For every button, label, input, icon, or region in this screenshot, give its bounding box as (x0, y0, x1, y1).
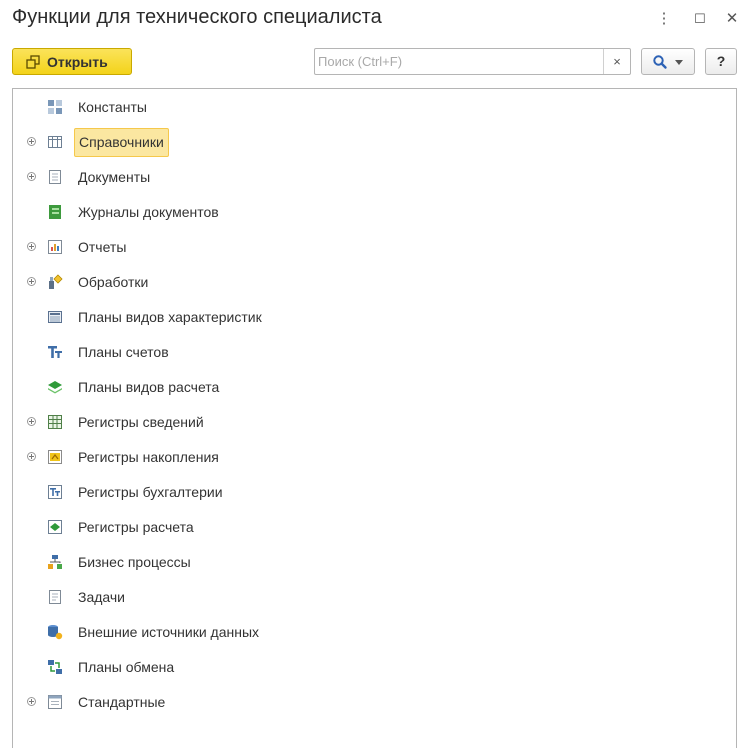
exchange-plans-icon (48, 660, 62, 674)
documents-icon (49, 170, 61, 184)
chart-of-characteristic-types-icon (48, 311, 62, 323)
chevron-down-icon (675, 60, 683, 65)
tree-item-label: Планы обмена (78, 659, 175, 675)
title-bar: Функции для технического специалиста ⋮ ☐… (0, 0, 748, 40)
close-icon[interactable]: ✕ (722, 8, 742, 30)
expand-icon[interactable] (27, 242, 36, 251)
tree-item-label: Константы (78, 99, 147, 115)
expand-icon[interactable] (27, 277, 36, 286)
tree-item-chart-of-accounts[interactable]: Планы счетов (13, 339, 713, 367)
tree-item-label: Бизнес процессы (78, 554, 191, 570)
tree-item-standard[interactable]: Стандартные (13, 689, 713, 717)
tree-item-calculation-registers[interactable]: Регистры расчета (13, 514, 713, 542)
tasks-icon (49, 590, 61, 604)
tree-item-constants[interactable]: Константы (13, 94, 713, 122)
tree-item-reports[interactable]: Отчеты (13, 234, 713, 262)
maximize-icon[interactable]: ☐ (690, 8, 710, 30)
tree-item-label: Регистры сведений (78, 414, 204, 430)
tree-item-catalogs[interactable]: Справочники (13, 128, 713, 157)
tree-item-chart-of-calculation-types[interactable]: Планы видов расчета (13, 374, 713, 402)
tree-item-accounting-registers[interactable]: Регистры бухгалтерии (13, 479, 713, 507)
tree-item-information-registers[interactable]: Регистры сведений (13, 409, 713, 437)
expand-icon[interactable] (27, 137, 36, 146)
tree-item-accumulation-registers[interactable]: Регистры накопления (13, 444, 713, 472)
tree-item-label: Регистры бухгалтерии (78, 484, 223, 500)
expand-icon[interactable] (27, 452, 36, 461)
tree-item-label: Планы видов расчета (78, 379, 220, 395)
window-title: Функции для технического специалиста (12, 6, 382, 28)
open-button-label: Открыть (47, 54, 108, 70)
expand-icon[interactable] (27, 417, 36, 426)
data-processors-icon (49, 274, 63, 289)
tree-item-label: Регистры накопления (78, 449, 219, 465)
search-icon (653, 55, 667, 69)
tree-item-label: Справочники (74, 128, 169, 157)
open-icon (26, 55, 40, 69)
more-menu-icon[interactable]: ⋮ (654, 8, 674, 30)
tree-item-label: Обработки (78, 274, 149, 290)
business-processes-icon (48, 555, 62, 569)
tree-item-document-journals[interactable]: Журналы документов (13, 199, 713, 227)
tree-item-label: Документы (78, 169, 151, 185)
tree-item-chart-of-characteristic-types[interactable]: Планы видов характеристик (13, 304, 713, 332)
document-journals-icon (49, 205, 61, 219)
external-data-sources-icon (48, 625, 63, 640)
metadata-tree: Константы Справочники Документы Журналы … (12, 88, 737, 748)
catalogs-icon (48, 136, 62, 148)
search-box: × (314, 48, 631, 75)
open-button[interactable]: Открыть (12, 48, 132, 75)
tree-item-label: Планы счетов (78, 344, 169, 360)
accumulation-registers-icon (48, 450, 62, 464)
expand-icon[interactable] (27, 697, 36, 706)
tree-item-data-processors[interactable]: Обработки (13, 269, 713, 297)
standard-icon (48, 695, 62, 709)
tree-item-label: Задачи (78, 589, 126, 605)
tree-item-business-processes[interactable]: Бизнес процессы (13, 549, 713, 577)
calculation-registers-icon (48, 520, 62, 534)
reports-icon (48, 240, 62, 254)
tree-item-tasks[interactable]: Задачи (13, 584, 713, 612)
clear-search-icon[interactable]: × (603, 49, 630, 74)
accounting-registers-icon (48, 485, 62, 499)
tree-item-label: Внешние источники данных (78, 624, 260, 640)
expand-icon[interactable] (27, 172, 36, 181)
toolbar: Открыть × ? (0, 46, 748, 78)
tree-item-documents[interactable]: Документы (13, 164, 713, 192)
constants-icon (48, 100, 62, 114)
search-input[interactable] (318, 50, 598, 72)
tree-item-label: Планы видов характеристик (78, 309, 262, 325)
search-options-button[interactable] (641, 48, 695, 75)
chart-of-calculation-types-icon (48, 381, 62, 394)
tree-item-exchange-plans[interactable]: Планы обмена (13, 654, 713, 682)
information-registers-icon (48, 415, 62, 429)
help-button[interactable]: ? (705, 48, 737, 75)
tree-item-label: Отчеты (78, 239, 127, 255)
tree-item-label: Журналы документов (78, 204, 219, 220)
tree-item-label: Стандартные (78, 694, 166, 710)
tree-item-label: Регистры расчета (78, 519, 194, 535)
chart-of-accounts-icon (48, 346, 62, 358)
tree-item-external-data-sources[interactable]: Внешние источники данных (13, 619, 713, 647)
